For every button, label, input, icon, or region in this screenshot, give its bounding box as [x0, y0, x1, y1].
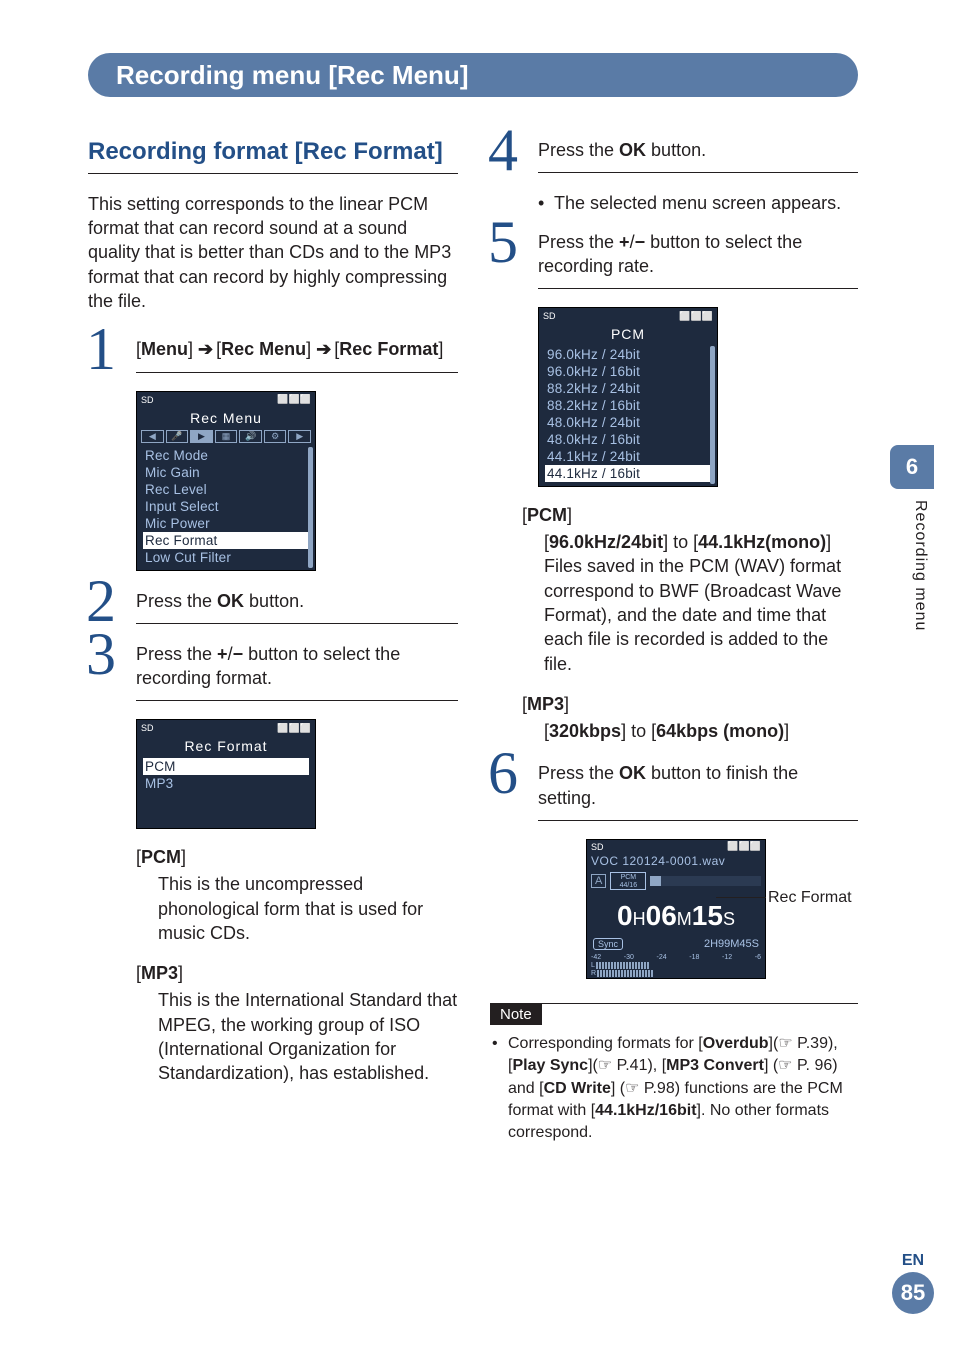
mp3-range-block: [MP3] [320kbps] to [64kbps (mono)]	[522, 694, 858, 743]
step-3-heading: Press the +/− button to select the recor…	[136, 642, 458, 702]
lcd-screenshot-result: SD⬜⬜⬜ VOC 120124-0001.wav A PCM44/16 0H0…	[538, 839, 858, 979]
progress-bar	[650, 876, 761, 886]
arrow-right-icon: ➔	[198, 339, 211, 359]
lcd-title: Rec Format	[137, 736, 315, 756]
lcd-level-meter: -42-30-24-18-12-6 L R	[587, 952, 765, 978]
step-number: 3	[86, 620, 116, 689]
note-body: Corresponding formats for [Overdub](☞ P.…	[490, 1033, 858, 1145]
step-6-heading: Press the OK button to finish the settin…	[538, 761, 858, 821]
lcd-title: PCM	[539, 324, 717, 344]
lcd-menu-list: 96.0kHz / 24bit 96.0kHz / 16bit 88.2kHz …	[539, 344, 717, 486]
step-5-heading: Press the +/− button to select the recor…	[538, 230, 858, 290]
lcd-title: Rec Menu	[137, 408, 315, 428]
step-4: 4 Press the OK button.	[490, 138, 858, 173]
lcd-menu-list: Rec Mode Mic Gain Rec Level Input Select…	[137, 445, 315, 570]
pcm-range-block: [PCM] [96.0kHz/24bit] to [44.1kHz(mono)]…	[522, 505, 858, 676]
step-5: 5 Press the +/− button to select the rec…	[490, 230, 858, 290]
step-2-heading: Press the OK button.	[136, 589, 458, 624]
step-number: 1	[86, 315, 116, 384]
step-6: 6 Press the OK button to finish the sett…	[490, 761, 858, 821]
lcd-filename: VOC 120124-0001.wav	[587, 854, 765, 868]
step-number: 5	[488, 208, 518, 277]
intro-paragraph: This setting corresponds to the linear P…	[88, 192, 458, 313]
page-number: 85	[892, 1272, 934, 1314]
step-4-heading: Press the OK button.	[538, 138, 858, 173]
sync-badge: Sync	[593, 938, 623, 950]
step-2: 2 Press the OK button.	[88, 589, 458, 624]
chapter-side-label: Recording menu	[911, 500, 929, 631]
step-1: 1 [Menu] ➔ [Rec Menu] ➔ [Rec Format]	[88, 337, 458, 372]
format-pcm-block: [PCM] This is the uncompressed phonologi…	[136, 847, 458, 945]
section-title: Recording format [Rec Format]	[88, 138, 458, 174]
format-mp3-block: [MP3] This is the International Standard…	[136, 963, 458, 1085]
rec-format-indicator: PCM44/16	[610, 872, 646, 890]
page-header-pill: Recording menu [Rec Menu]	[88, 53, 858, 97]
page-number-badge: EN 85	[892, 1252, 934, 1314]
step-3: 3 Press the +/− button to select the rec…	[88, 642, 458, 702]
step-number: 4	[488, 116, 518, 185]
step-4-sub: The selected menu screen appears.	[538, 191, 858, 215]
lcd-screenshot-rec-format: SD⬜⬜⬜ Rec Format PCM MP3	[136, 719, 316, 829]
step-number: 6	[488, 739, 518, 808]
note-tag: Note	[490, 1004, 542, 1025]
callout-label: Rec Format	[768, 889, 852, 907]
chapter-tab: 6	[890, 445, 934, 489]
lcd-remain-time: 2H99M45S	[704, 938, 759, 950]
arrow-right-icon: ➔	[316, 339, 329, 359]
lcd-screenshot-pcm-rates: SD⬜⬜⬜ PCM 96.0kHz / 24bit 96.0kHz / 16bi…	[538, 307, 718, 487]
lcd-screenshot-rec-menu: SD⬜⬜⬜ Rec Menu ◀🎤▶▦🔊⚙▶ Rec Mode Mic Gain…	[136, 391, 316, 571]
step-1-heading: [Menu] ➔ [Rec Menu] ➔ [Rec Format]	[136, 337, 458, 372]
lcd-tab-icons: ◀🎤▶▦🔊⚙▶	[137, 428, 315, 445]
note-box: Note Corresponding formats for [Overdub]…	[490, 1003, 858, 1145]
lcd-menu-list: PCM MP3	[137, 756, 315, 828]
language-code: EN	[892, 1252, 934, 1270]
lcd-elapsed-time: 0H06M15S	[587, 894, 765, 936]
callout-line	[716, 897, 766, 898]
